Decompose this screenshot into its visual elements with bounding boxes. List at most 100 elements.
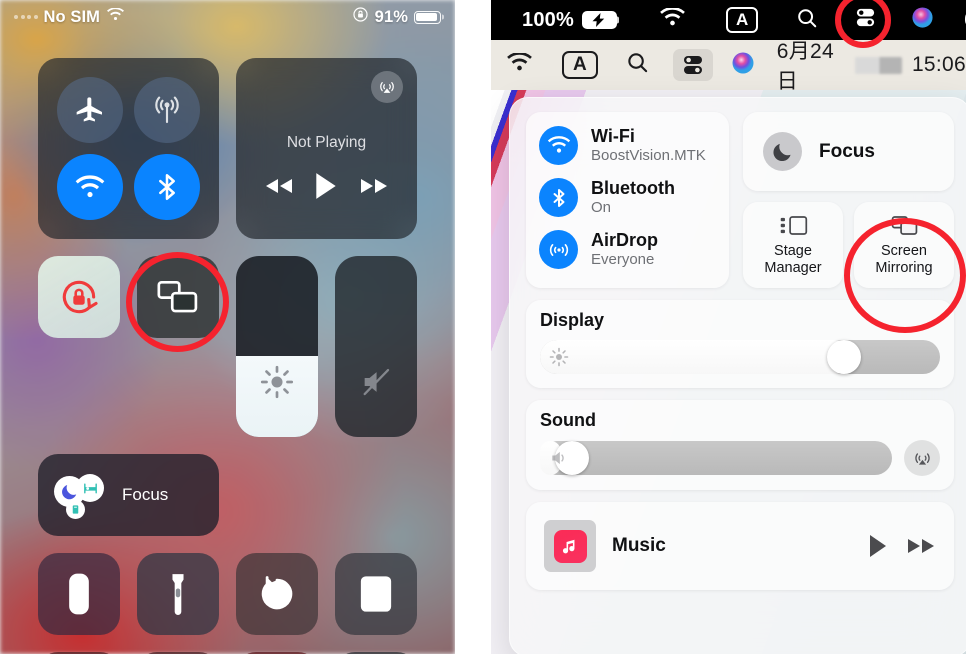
airdrop-row[interactable]: AirDrop Everyone: [539, 230, 716, 269]
apple-tv-remote-tile[interactable]: [38, 553, 120, 635]
wifi-icon: [539, 126, 578, 165]
screen-mirroring-label: Screen Mirroring: [875, 243, 933, 276]
menubar2-siri-icon[interactable]: [731, 51, 755, 80]
ios-status-bar: No SIM 91%: [0, 0, 455, 34]
play-icon: [870, 535, 886, 557]
menubar2-search-icon[interactable]: [626, 51, 649, 79]
focus-card[interactable]: Focus: [743, 112, 954, 191]
timer-tile[interactable]: [236, 553, 318, 635]
cc-mini-pair: Stage Manager Screen Mirroring: [743, 202, 954, 288]
signal-dots-icon: [14, 15, 38, 19]
focus-label: Focus: [819, 140, 875, 162]
menubar-siri-icon[interactable]: [911, 6, 934, 34]
screen-mirroring-icon: [157, 280, 198, 313]
menubar2-wifi-icon[interactable]: [506, 51, 533, 78]
brightness-slider[interactable]: [540, 340, 940, 374]
wifi-title: Wi-Fi: [591, 126, 635, 146]
menubar-wifi-icon[interactable]: [659, 6, 686, 33]
display-heading: Display: [540, 310, 605, 330]
macos-menubar-light: A 6月24日 15:06: [491, 40, 966, 93]
music-app-icon: [553, 529, 587, 563]
bluetooth-row[interactable]: Bluetooth On: [539, 178, 716, 217]
volume-slider[interactable]: [540, 441, 892, 475]
brightness-slider[interactable]: [236, 256, 318, 437]
wifi-icon: [75, 175, 105, 197]
music-card[interactable]: Music: [526, 502, 954, 590]
cc-top-row: Wi-Fi BoostVision.MTK Bluetooth On AirDr…: [526, 112, 954, 288]
bluetooth-subtitle: On: [591, 199, 612, 216]
focus-tile[interactable]: Focus: [38, 454, 219, 536]
book-icon: [66, 500, 85, 519]
wifi-subtitle: BoostVision.MTK: [591, 147, 706, 164]
play-icon: [316, 173, 337, 199]
connectivity-tile[interactable]: [38, 58, 219, 239]
flashlight-tile[interactable]: [137, 553, 219, 635]
ios-tile-grid: Not Playing Focus: [38, 58, 417, 654]
album-art: [544, 520, 596, 572]
display-card: Display: [526, 300, 954, 388]
volume-slider[interactable]: [335, 256, 417, 437]
battery-charging-icon: [581, 11, 617, 29]
battery-percent-label: 91%: [374, 7, 408, 26]
sun-icon: [260, 365, 294, 399]
rotation-lock-tile[interactable]: [38, 256, 120, 338]
rotation-lock-icon: [62, 280, 98, 314]
stage-manager-icon: [780, 216, 807, 236]
stage-manager-tile[interactable]: Stage Manager: [743, 202, 843, 288]
menubar-control-center-icon[interactable]: [854, 6, 877, 34]
menubar2-input-source[interactable]: A: [562, 51, 598, 79]
calculator-icon: [360, 576, 392, 612]
brightness-slider-knob[interactable]: [827, 340, 861, 374]
media-transport-controls: [236, 172, 417, 200]
wifi-row[interactable]: Wi-Fi BoostVision.MTK: [539, 126, 716, 165]
wifi-toggle[interactable]: [57, 153, 124, 220]
flashlight-icon: [172, 574, 184, 615]
airplane-icon: [76, 97, 103, 122]
menubar-date: 6月24日: [776, 40, 834, 93]
screenshot-root: No SIM 91% Not Playing Focus 100% A A 6月…: [0, 0, 966, 654]
timer-icon: [261, 576, 293, 610]
speaker-icon: [552, 451, 564, 465]
airplane-mode-toggle[interactable]: [57, 77, 124, 144]
cellular-data-toggle[interactable]: [133, 77, 200, 144]
fast-forward-icon: [361, 179, 388, 193]
rotation-lock-icon: [352, 6, 369, 28]
bluetooth-title: Bluetooth: [591, 178, 675, 198]
tv-remote-icon: [69, 573, 89, 615]
now-playing-label: Not Playing: [286, 134, 367, 151]
sound-airplay-button[interactable]: [904, 440, 940, 476]
macos-control-center: 100% A A 6月24日 15:06 Wi-Fi BoostVision.M…: [491, 0, 966, 654]
menubar2-control-center-icon[interactable]: [672, 49, 713, 81]
screen-mirroring-tile[interactable]: Screen Mirroring: [854, 202, 954, 288]
music-note-icon: [562, 539, 574, 553]
airdrop-icon: [539, 230, 578, 269]
carrier-label: No SIM: [43, 7, 101, 26]
bluetooth-icon: [539, 178, 578, 217]
macos-menubar-dark: 100% A: [491, 0, 966, 40]
fast-forward-icon: [908, 539, 934, 553]
redacted-block: [855, 56, 902, 74]
airdrop-subtitle: Everyone: [591, 251, 655, 268]
brightness-icon: [549, 347, 569, 367]
sound-card: Sound: [526, 400, 954, 490]
menubar-search-icon[interactable]: [796, 7, 818, 34]
media-playback-tile[interactable]: Not Playing: [236, 58, 417, 239]
bluetooth-icon: [158, 173, 175, 200]
screen-mirroring-tile[interactable]: [137, 256, 219, 338]
stage-manager-label: Stage Manager: [764, 243, 822, 276]
control-center-panel: Wi-Fi BoostVision.MTK Bluetooth On AirDr…: [509, 97, 966, 654]
airplay-button[interactable]: [371, 71, 403, 103]
music-app-label: Music: [612, 535, 666, 556]
cellular-antenna-icon: [154, 96, 179, 124]
menubar-input-source[interactable]: A: [725, 7, 759, 33]
cc-right-column: Focus Stage Manager Screen Mirroring: [743, 112, 954, 288]
sound-heading: Sound: [540, 410, 596, 430]
calculator-tile[interactable]: [335, 553, 417, 635]
airdrop-title: AirDrop: [591, 230, 658, 250]
battery-icon: [414, 10, 441, 24]
airplay-audio-icon: [380, 82, 394, 93]
bed-icon: [76, 474, 104, 502]
ios-control-center: No SIM 91% Not Playing Focus: [0, 0, 455, 654]
focus-label: Focus: [122, 485, 169, 504]
bluetooth-toggle[interactable]: [133, 153, 200, 220]
